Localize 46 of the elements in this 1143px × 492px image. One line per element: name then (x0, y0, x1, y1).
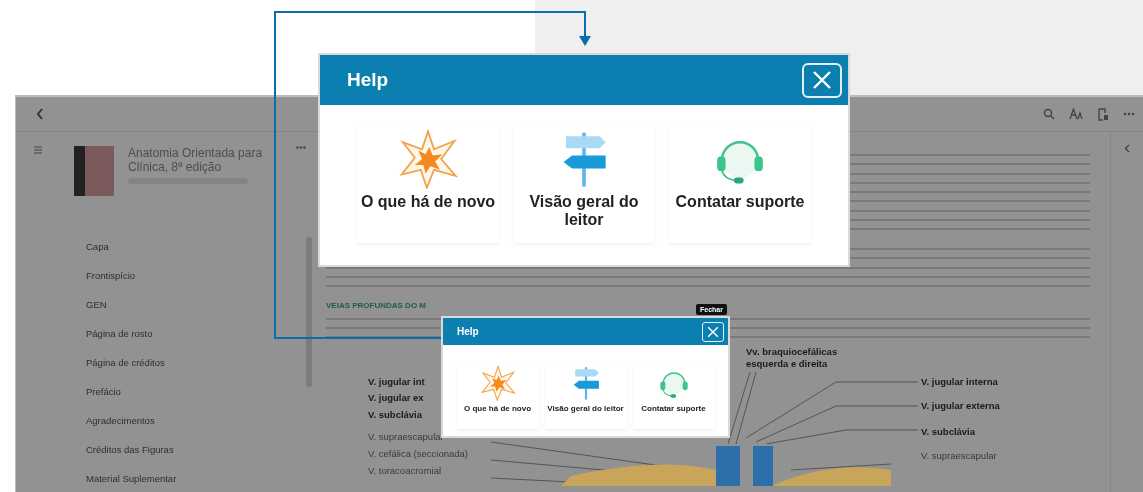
help-option-card[interactable]: Visão geral do leitor (544, 363, 627, 429)
bookmark-icon[interactable] (1097, 107, 1109, 121)
book-cover (74, 146, 114, 196)
figure-label: V. jugular ex (368, 392, 424, 403)
search-icon[interactable] (1043, 108, 1055, 120)
figure-label: V. supraescapular (921, 450, 997, 461)
help-option-card[interactable]: O que há de novo (456, 363, 539, 429)
figure-label: V. jugular interna (921, 376, 998, 387)
toc-item[interactable]: Capa (86, 232, 306, 261)
star-burst-icon (479, 365, 516, 401)
toc-item[interactable]: Créditos das Figuras (86, 435, 306, 464)
more-icon[interactable] (296, 146, 306, 149)
toc-item[interactable]: Prefácio (86, 377, 306, 406)
section-heading: VEIAS PROFUNDAS DO M (326, 301, 426, 310)
figure-label: V. subclávia (921, 426, 976, 437)
toc-item[interactable]: Página de rosto (86, 319, 306, 348)
star-burst-icon (398, 129, 458, 189)
toc-item[interactable]: Frontispício (86, 261, 306, 290)
help-option-card[interactable]: Contatar suporte (632, 363, 715, 429)
figure-label: V. toracoacromial (368, 465, 442, 476)
collapse-icon[interactable] (1124, 144, 1130, 153)
help-option-card[interactable]: Contatar suporte (669, 125, 811, 243)
more-icon[interactable] (1123, 112, 1135, 116)
dialog-title: Help (457, 326, 479, 337)
toc-item[interactable]: GEN (86, 290, 306, 319)
scrollbar-thumb[interactable] (306, 237, 312, 387)
figure-label: V. cefálica (seccionada) (368, 448, 468, 459)
dialog-title: Help (347, 69, 389, 91)
back-icon[interactable] (36, 108, 44, 120)
close-icon (707, 325, 719, 338)
figure-label: V. jugular int (368, 376, 425, 387)
figure-label: V. supraescapular (368, 431, 444, 442)
figure-label: V. jugular externa (921, 400, 1000, 411)
close-button[interactable] (802, 62, 842, 98)
help-option-card[interactable]: Visão geral do leitor (513, 125, 655, 243)
toc-item[interactable]: Página de créditos (86, 348, 306, 377)
toc-item[interactable]: Material Suplementar (86, 464, 306, 492)
toc-item[interactable]: Agradecimentos (86, 406, 306, 435)
help-option-card[interactable]: O que há de novo (357, 125, 499, 243)
close-button[interactable] (702, 321, 724, 342)
figure-label: Vv. braquiocefálicas esquerda e direita (746, 346, 839, 370)
font-size-icon[interactable] (1069, 108, 1083, 120)
book-title: Anatomia Orientada para Clínica, 8ª edição (128, 146, 264, 174)
figure-label: V. subclávia (368, 409, 423, 420)
menu-icon[interactable] (34, 146, 42, 154)
close-icon (812, 70, 832, 90)
